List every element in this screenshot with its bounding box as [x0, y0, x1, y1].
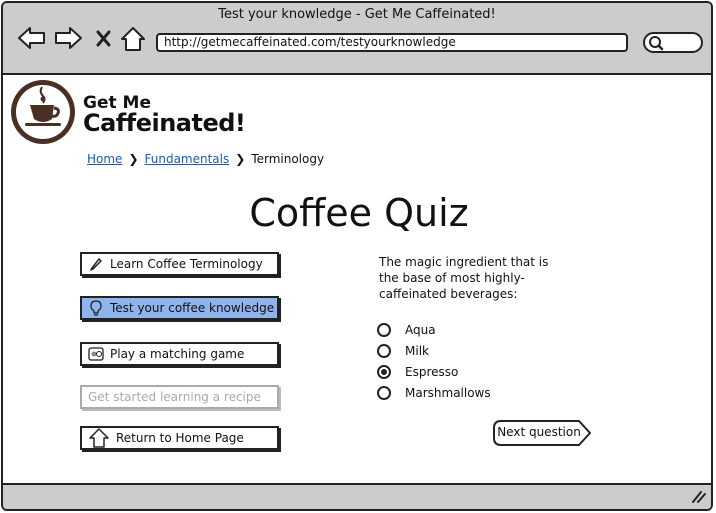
search-field[interactable]	[643, 32, 703, 53]
matching-game-label: Play a matching game	[110, 347, 245, 361]
radio-button-selected[interactable]	[377, 365, 391, 379]
browser-window: Test your knowledge - Get Me Caffeinated…	[1, 1, 713, 511]
forward-icon[interactable]	[53, 25, 83, 51]
test-knowledge-label: Test your coffee knowledge	[110, 301, 275, 315]
address-bar[interactable]: http://getmecaffeinated.com/testyourknow…	[156, 33, 628, 52]
back-icon[interactable]	[17, 25, 47, 51]
learn-terminology-button[interactable]: Learn Coffee Terminology	[80, 252, 279, 276]
answer-option-milk[interactable]: Milk	[377, 344, 429, 358]
return-home-label: Return to Home Page	[116, 431, 244, 445]
return-home-button[interactable]: Return to Home Page	[80, 426, 279, 450]
brand-line-2: Caffeinated!	[83, 109, 246, 137]
answer-option-espresso[interactable]: Espresso	[377, 365, 458, 379]
breadcrumb: Home ❯ Fundamentals ❯ Terminology	[87, 152, 324, 166]
lightbulb-icon	[88, 300, 104, 316]
breadcrumb-separator: ❯	[128, 152, 139, 166]
answer-option-marshmallows[interactable]: Marshmallows	[377, 386, 491, 400]
page-title: Coffee Quiz	[249, 191, 469, 235]
home-icon	[88, 427, 110, 449]
option-label: Aqua	[405, 323, 436, 337]
next-question-button[interactable]: Next question	[493, 420, 592, 446]
radio-button[interactable]	[377, 323, 391, 337]
breadcrumb-fundamentals-link[interactable]: Fundamentals	[145, 152, 230, 166]
radio-button[interactable]	[377, 344, 391, 358]
home-icon[interactable]	[120, 25, 146, 53]
window-title: Test your knowledge - Get Me Caffeinated…	[218, 7, 496, 22]
option-label: Espresso	[405, 365, 459, 379]
recipe-button: Get started learning a recipe	[80, 385, 279, 409]
pencil-icon	[88, 256, 104, 272]
stop-icon[interactable]	[95, 25, 113, 51]
test-knowledge-button[interactable]: Test your coffee knowledge	[80, 296, 279, 320]
option-label: Milk	[405, 344, 429, 358]
breadcrumb-home-link[interactable]: Home	[87, 152, 122, 166]
browser-chrome: Test your knowledge - Get Me Caffeinated…	[3, 3, 711, 75]
status-bar	[3, 483, 711, 509]
option-label: Marshmallows	[405, 386, 491, 400]
search-icon	[649, 36, 664, 51]
gamepad-icon	[88, 346, 104, 362]
radio-button[interactable]	[377, 386, 391, 400]
recipe-label: Get started learning a recipe	[88, 390, 261, 404]
matching-game-button[interactable]: Play a matching game	[80, 342, 279, 366]
resize-grip-icon[interactable]	[691, 490, 707, 504]
learn-terminology-label: Learn Coffee Terminology	[110, 257, 263, 271]
breadcrumb-separator: ❯	[235, 152, 246, 166]
next-question-label: Next question	[497, 425, 581, 439]
answer-option-aqua[interactable]: Aqua	[377, 323, 436, 337]
logo-icon[interactable]	[9, 79, 79, 147]
quiz-question: The magic ingredient that is the base of…	[379, 255, 549, 301]
breadcrumb-current: Terminology	[251, 152, 325, 166]
